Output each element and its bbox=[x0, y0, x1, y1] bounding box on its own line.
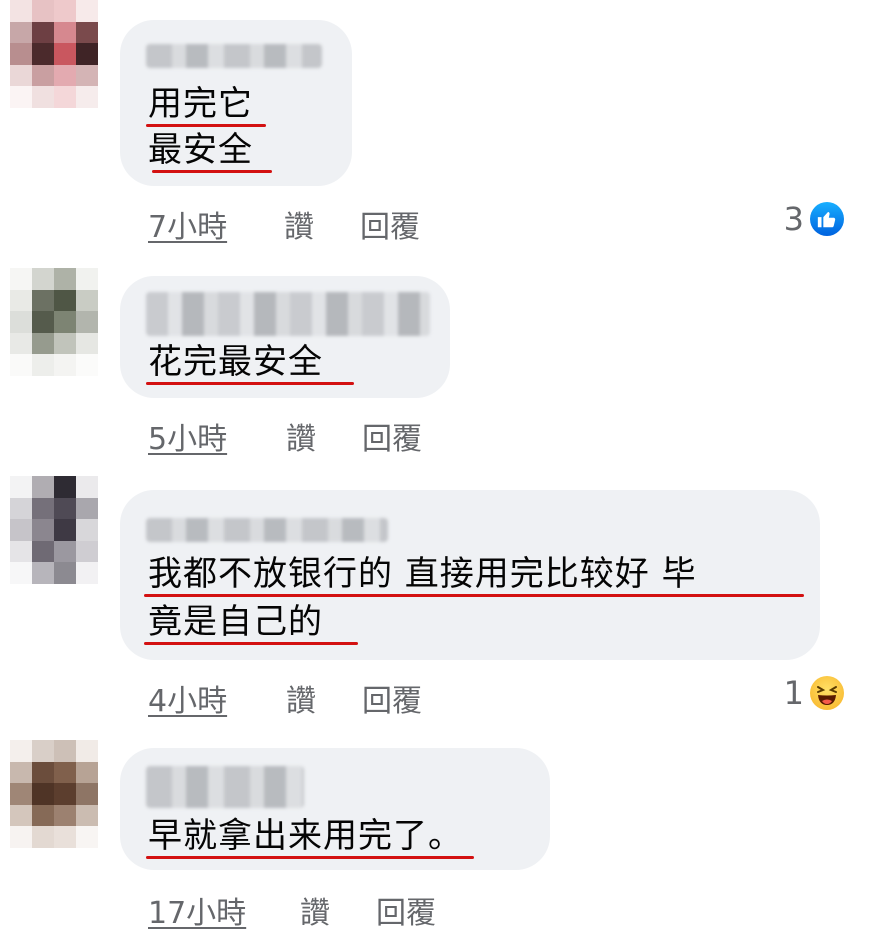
reaction-summary[interactable]: 3 bbox=[784, 200, 844, 238]
comment-text-line: 最安全 bbox=[148, 130, 253, 170]
highlight-underline bbox=[144, 594, 804, 597]
reaction-count: 1 bbox=[783, 674, 804, 712]
like-button[interactable]: 讚 bbox=[286, 676, 316, 720]
highlight-underline bbox=[144, 642, 358, 645]
highlight-underline bbox=[146, 856, 474, 859]
reply-button[interactable]: 回覆 bbox=[362, 676, 422, 720]
comment-time[interactable]: 5小時 bbox=[148, 422, 227, 457]
highlight-underline bbox=[146, 382, 354, 385]
comment-actions: 4小時 讚 回覆 bbox=[148, 676, 422, 720]
like-button[interactable]: 讚 bbox=[286, 414, 316, 458]
comment-bubble: 花完最安全 bbox=[120, 276, 450, 398]
reply-button[interactable]: 回覆 bbox=[362, 414, 422, 458]
reaction-count: 3 bbox=[783, 200, 804, 238]
like-icon bbox=[810, 202, 844, 236]
like-button[interactable]: 讚 bbox=[300, 888, 330, 932]
comment-text-line: 花完最安全 bbox=[148, 342, 323, 382]
avatar[interactable] bbox=[10, 740, 98, 848]
comment-time[interactable]: 7小時 bbox=[148, 210, 227, 245]
author-name-blurred[interactable] bbox=[146, 292, 430, 336]
comment-text-period: 。 bbox=[428, 816, 463, 856]
comment-actions: 7小時 讚 回覆 bbox=[148, 202, 420, 246]
author-name-blurred[interactable] bbox=[146, 44, 322, 68]
comment-time[interactable]: 4小時 bbox=[148, 684, 227, 719]
comment-text-line: 用完它 bbox=[148, 84, 253, 124]
comment-bubble: 我都不放银行的 直接用完比较好 毕 竟是自己的 bbox=[120, 490, 820, 660]
highlight-underline bbox=[152, 170, 272, 173]
comment-bubble: 用完它 最安全 bbox=[120, 20, 352, 186]
haha-icon bbox=[810, 676, 844, 710]
comment-text-line: 竟是自己的 bbox=[148, 602, 323, 642]
avatar[interactable] bbox=[10, 476, 98, 584]
reaction-summary[interactable]: 1 bbox=[784, 674, 844, 712]
comment-text-main: 早就拿出来用完了 bbox=[148, 816, 428, 856]
comment-text-line: 早就拿出来用完了。 bbox=[148, 816, 463, 856]
like-button[interactable]: 讚 bbox=[284, 202, 314, 246]
comment-bubble: 早就拿出来用完了。 bbox=[120, 748, 550, 870]
avatar[interactable] bbox=[10, 268, 98, 376]
author-name-blurred[interactable] bbox=[146, 518, 388, 542]
comment-time[interactable]: 17小時 bbox=[148, 896, 246, 931]
reply-button[interactable]: 回覆 bbox=[376, 888, 436, 932]
comment-actions: 17小時 讚 回覆 bbox=[148, 888, 436, 932]
comment-actions: 5小時 讚 回覆 bbox=[148, 414, 422, 458]
reply-button[interactable]: 回覆 bbox=[360, 202, 420, 246]
author-name-blurred[interactable] bbox=[146, 766, 304, 808]
comment-text-line: 我都不放银行的 直接用完比较好 毕 bbox=[148, 554, 697, 594]
avatar[interactable] bbox=[10, 0, 98, 108]
highlight-underline bbox=[146, 124, 266, 127]
